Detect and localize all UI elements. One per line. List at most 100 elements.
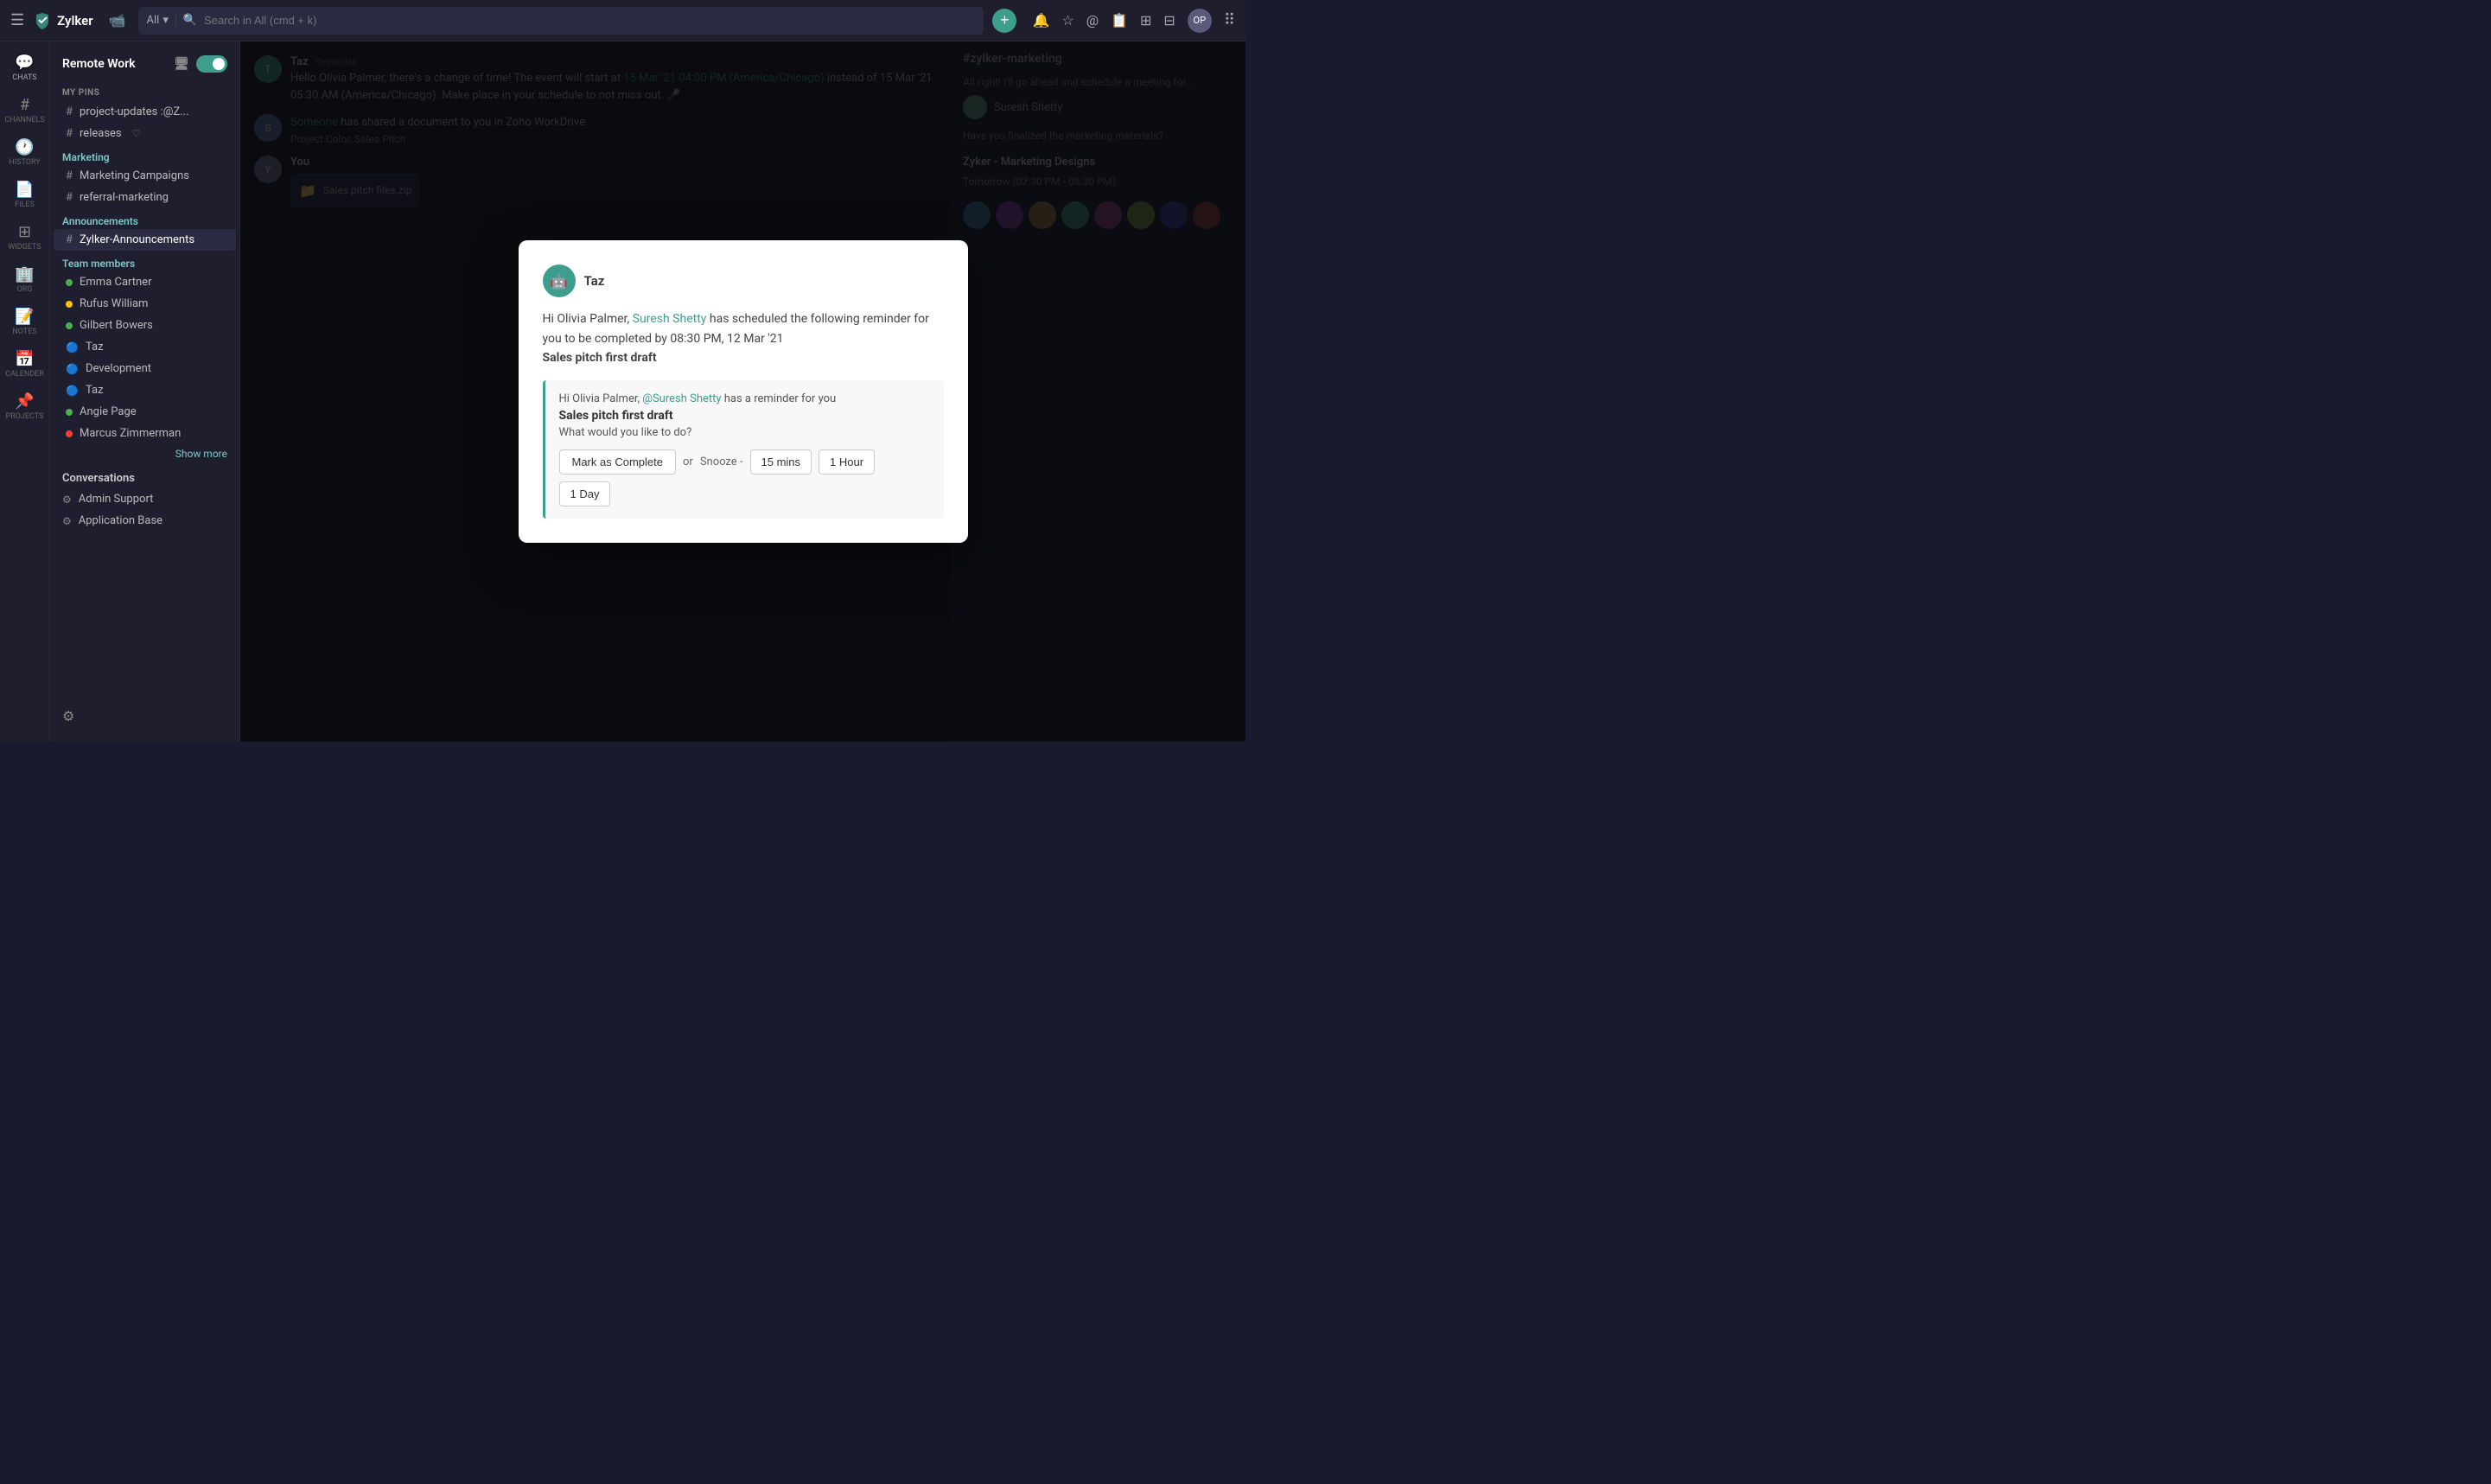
notes-icon: 📝: [15, 308, 34, 326]
sidebar-item-chats[interactable]: 💬 CHATS: [3, 48, 47, 87]
hash-icon: #: [66, 191, 73, 204]
channels-label: CHANNELS: [4, 116, 44, 124]
sidebar-item-notes[interactable]: 📝 NOTES: [3, 303, 47, 341]
modal-sender: Taz: [584, 273, 605, 289]
workspace-name: Remote Work: [62, 57, 136, 71]
notification-icon[interactable]: 🔔: [1032, 12, 1049, 29]
sidebar-item-projects[interactable]: 📌 PROJECTS: [3, 387, 47, 426]
heart-icon: ♡: [132, 128, 141, 139]
calendar-icon: 📅: [15, 350, 34, 368]
status-indicator: [66, 301, 73, 308]
member-name: Taz: [86, 384, 104, 397]
clipboard-icon[interactable]: 📋: [1111, 12, 1128, 29]
bot-icon: 🔵: [66, 363, 79, 375]
conv-admin-support[interactable]: ⚙ Admin Support: [50, 488, 239, 510]
channel-marketing-campaigns[interactable]: # Marketing Campaigns: [54, 165, 236, 187]
sidebar-item-files[interactable]: 📄 FILES: [3, 175, 47, 214]
snooze-label: Snooze -: [700, 455, 743, 468]
main-content: T Taz Yesterday Hello Olivia Palmer, the…: [240, 41, 1246, 742]
intro-text: Hi Olivia Palmer,: [543, 312, 630, 326]
dm-product-discussion[interactable]: 🔵 Taz: [54, 336, 236, 358]
settings-button[interactable]: ⚙: [50, 701, 239, 731]
search-icon: 🔍: [183, 14, 197, 27]
topbar: ☰ Zylker 📹 All ▾ 🔍 + 🔔 ☆ @ 📋 ⊞ ⊟ OP ⠿: [0, 0, 1246, 41]
apps-icon[interactable]: ⠿: [1224, 11, 1235, 29]
channel-label: referral-marketing: [80, 191, 169, 204]
topbar-actions: 🔔 ☆ @ 📋 ⊞ ⊟ OP ⠿: [1032, 9, 1235, 33]
mark-complete-button[interactable]: Mark as Complete: [559, 449, 676, 474]
show-more-button[interactable]: Show more: [50, 444, 239, 463]
channel-zylker-announcements[interactable]: # Zylker-Announcements: [54, 229, 236, 251]
grid-icon[interactable]: ⊞: [1140, 12, 1151, 29]
projects-icon: 📌: [15, 392, 34, 411]
bot-avatar: 🤖: [543, 264, 576, 297]
projects-label: PROJECTS: [6, 412, 44, 421]
search-input[interactable]: [204, 14, 975, 27]
camera-icon[interactable]: 📹: [109, 12, 126, 29]
sidebar-item-calendar[interactable]: 📅 CALENDER: [3, 345, 47, 384]
member-name: Development: [86, 362, 151, 375]
conv-icon: ⚙: [62, 494, 72, 506]
dm-angie[interactable]: Angie Page: [54, 401, 236, 423]
left-sidebar: Remote Work 🖥 My Pins # project-updates …: [50, 41, 240, 742]
bot-icon: 🔵: [66, 385, 79, 397]
pin-releases[interactable]: # releases ♡: [54, 123, 236, 144]
member-name: Marcus Zimmerman: [80, 427, 181, 440]
toggle-switch[interactable]: [196, 55, 227, 73]
snooze-1hour-button[interactable]: 1 Hour: [819, 449, 875, 474]
layout-icon[interactable]: ⊟: [1163, 12, 1175, 29]
dm-emma[interactable]: Emma Cartner: [54, 271, 236, 293]
search-scope[interactable]: All ▾: [147, 14, 176, 27]
status-indicator: [66, 409, 73, 416]
dm-taz[interactable]: 🔵 Taz: [54, 379, 236, 401]
chats-icon: 💬: [15, 54, 34, 72]
category-announcements: Announcements: [50, 208, 239, 229]
channels-icon: #: [20, 96, 29, 114]
dm-marcus[interactable]: Marcus Zimmerman: [54, 423, 236, 444]
main-layout: 💬 CHATS # CHANNELS 🕐 HISTORY 📄 FILES ⊞ W…: [0, 41, 1246, 742]
category-marketing: Marketing: [50, 144, 239, 165]
calendar-label: CALENDER: [5, 370, 44, 379]
pin-project-updates[interactable]: # project-updates :@Z...: [54, 101, 236, 123]
channel-label: Zylker-Announcements: [80, 233, 194, 246]
chats-label: CHATS: [12, 73, 36, 82]
sidebar-item-widgets[interactable]: ⊞ WIDGETS: [3, 218, 47, 257]
pin-label: releases: [80, 127, 122, 140]
status-indicator: [66, 322, 73, 329]
bot-icon: 🔵: [66, 341, 79, 353]
star-icon[interactable]: ☆: [1061, 12, 1073, 29]
status-indicator: [66, 279, 73, 286]
status-indicator: [66, 430, 73, 437]
org-icon: 🏢: [15, 265, 34, 283]
hash-icon: #: [66, 105, 73, 118]
channel-label: Marketing Campaigns: [80, 169, 189, 182]
sidebar-item-history[interactable]: 🕐 HISTORY: [3, 133, 47, 172]
conv-application-base[interactable]: ⚙ Application Base: [50, 510, 239, 532]
member-name: Emma Cartner: [80, 276, 151, 289]
dm-rufus[interactable]: Rufus William: [54, 293, 236, 315]
sidebar-item-org[interactable]: 🏢 ORG: [3, 260, 47, 299]
add-button[interactable]: +: [992, 9, 1016, 33]
history-label: HISTORY: [9, 158, 40, 167]
modal-body: Hi Olivia Palmer, Suresh Shetty has sche…: [543, 309, 944, 367]
search-bar[interactable]: All ▾ 🔍: [138, 7, 984, 35]
card-task-title: Sales pitch first draft: [559, 409, 930, 423]
hash-icon: #: [66, 127, 73, 140]
conv-label: Admin Support: [79, 493, 154, 506]
sidebar-item-channels[interactable]: # CHANNELS: [3, 91, 47, 130]
widgets-icon: ⊞: [18, 223, 31, 241]
member-name: Rufus William: [80, 297, 148, 310]
mention-icon[interactable]: @: [1086, 12, 1099, 29]
channel-referral-marketing[interactable]: # referral-marketing: [54, 187, 236, 208]
card-question: What would you like to do?: [559, 426, 930, 439]
snooze-15min-button[interactable]: 15 mins: [750, 449, 812, 474]
dm-gilbert[interactable]: Gilbert Bowers: [54, 315, 236, 336]
task-title: Sales pitch first draft: [543, 351, 657, 365]
snooze-1day-button[interactable]: 1 Day: [559, 481, 611, 506]
dm-development[interactable]: 🔵 Development: [54, 358, 236, 379]
menu-icon[interactable]: ☰: [10, 11, 24, 29]
avatar[interactable]: OP: [1188, 9, 1212, 33]
org-label: ORG: [17, 285, 33, 294]
files-label: FILES: [15, 201, 35, 209]
reminder-card: Hi Olivia Palmer, @Suresh Shetty has a r…: [543, 380, 944, 519]
